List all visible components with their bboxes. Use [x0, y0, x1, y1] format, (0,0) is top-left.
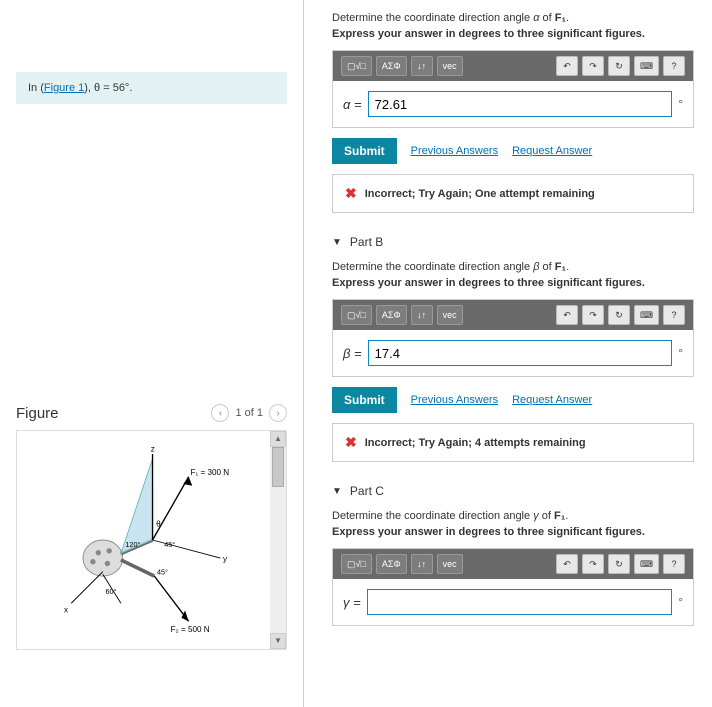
part-b-toolbar: ▢√□ ΑΣΦ ↓↑ vec ↶ ↷ ↻ ⌨ ? [333, 300, 693, 330]
page-text: 1 of 1 [235, 407, 263, 419]
part-a-instruction: Express your answer in degrees to three … [332, 28, 694, 40]
next-figure-button[interactable]: › [269, 404, 287, 422]
incorrect-icon: ✖ [345, 434, 357, 451]
part-b-request-answer-link[interactable]: Request Answer [512, 394, 592, 406]
reset-button[interactable]: ↻ [608, 554, 630, 574]
scroll-up-button[interactable]: ▲ [270, 431, 286, 447]
right-panel: Determine the coordinate direction angle… [304, 0, 712, 707]
scroll-track[interactable] [270, 447, 286, 633]
part-c-question: Determine the coordinate direction angle… [332, 510, 694, 522]
reset-button[interactable]: ↻ [608, 56, 630, 76]
info-box: In (Figure 1), θ = 56°. [16, 72, 287, 104]
part-a-label: α = [343, 97, 362, 112]
incorrect-icon: ✖ [345, 185, 357, 202]
vector-button[interactable]: vec [437, 554, 463, 574]
part-c-input[interactable] [367, 589, 672, 615]
figure-scrollbar[interactable]: ▲ ▼ [270, 431, 286, 649]
undo-button[interactable]: ↶ [556, 305, 578, 325]
figure-canvas: z y x F₁ = 300 N F₂ = 500 N θ 120° 45° 4… [17, 431, 270, 649]
figure-pager: ‹ 1 of 1 › [211, 404, 287, 422]
keyboard-button[interactable]: ⌨ [634, 305, 659, 325]
part-a-answer-box: ▢√□ ΑΣΦ ↓↑ vec ↶ ↷ ↻ ⌨ ? α = ° [332, 50, 694, 128]
figure-title: Figure [16, 405, 59, 422]
angle-60: 60° [106, 587, 117, 596]
angle-120: 120° [125, 540, 140, 549]
part-a-toolbar: ▢√□ ΑΣΦ ↓↑ vec ↶ ↷ ↻ ⌨ ? [333, 51, 693, 81]
figure-viewport: z y x F₁ = 300 N F₂ = 500 N θ 120° 45° 4… [16, 430, 287, 650]
part-b-input[interactable] [368, 340, 673, 366]
axis-x-label: x [64, 605, 68, 614]
axis-y-label: y [223, 555, 228, 564]
info-suffix: ), θ = 56°. [84, 82, 132, 94]
keyboard-button[interactable]: ⌨ [634, 554, 659, 574]
part-b-unit: ° [678, 346, 683, 360]
template-button[interactable]: ▢√□ [341, 554, 372, 574]
part-b-question: Determine the coordinate direction angle… [332, 261, 694, 273]
vector-button[interactable]: vec [437, 56, 463, 76]
redo-button[interactable]: ↷ [582, 554, 604, 574]
part-b-previous-answers-link[interactable]: Previous Answers [411, 394, 498, 406]
part-c-toolbar: ▢√□ ΑΣΦ ↓↑ vec ↶ ↷ ↻ ⌨ ? [333, 549, 693, 579]
help-button[interactable]: ? [663, 56, 685, 76]
part-b-label: β = [343, 346, 362, 361]
f2-label: F₂ = 500 N [171, 625, 210, 634]
template-button[interactable]: ▢√□ [341, 56, 372, 76]
scroll-down-button[interactable]: ▼ [270, 633, 286, 649]
part-c-label: γ = [343, 595, 361, 610]
part-c-instruction: Express your answer in degrees to three … [332, 526, 694, 538]
axis-z-label: z [151, 444, 155, 453]
angle-45b: 45° [157, 567, 168, 576]
scroll-thumb[interactable] [272, 447, 284, 487]
f1-label: F₁ = 300 N [190, 468, 229, 477]
part-a-submit-button[interactable]: Submit [332, 138, 397, 164]
keyboard-button[interactable]: ⌨ [634, 56, 659, 76]
subscript-button[interactable]: ↓↑ [411, 554, 433, 574]
caret-down-icon: ▼ [332, 486, 342, 497]
part-b-answer-box: ▢√□ ΑΣΦ ↓↑ vec ↶ ↷ ↻ ⌨ ? β = ° [332, 299, 694, 377]
greek-button[interactable]: ΑΣΦ [376, 56, 407, 76]
part-c-answer-box: ▢√□ ΑΣΦ ↓↑ vec ↶ ↷ ↻ ⌨ ? γ = ° [332, 548, 694, 626]
part-b-submit-button[interactable]: Submit [332, 387, 397, 413]
part-a-unit: ° [678, 97, 683, 111]
reset-button[interactable]: ↻ [608, 305, 630, 325]
figure-link[interactable]: Figure 1 [44, 82, 84, 94]
part-a-input[interactable] [368, 91, 673, 117]
prev-figure-button[interactable]: ‹ [211, 404, 229, 422]
part-b-header[interactable]: ▼ Part B [332, 235, 694, 249]
subscript-button[interactable]: ↓↑ [411, 56, 433, 76]
caret-down-icon: ▼ [332, 237, 342, 248]
redo-button[interactable]: ↷ [582, 305, 604, 325]
help-button[interactable]: ? [663, 554, 685, 574]
part-a-question: Determine the coordinate direction angle… [332, 12, 694, 24]
template-button[interactable]: ▢√□ [341, 305, 372, 325]
undo-button[interactable]: ↶ [556, 554, 578, 574]
info-prefix: In ( [28, 82, 44, 94]
part-a-feedback: ✖ Incorrect; Try Again; One attempt rema… [332, 174, 694, 213]
help-button[interactable]: ? [663, 305, 685, 325]
angle-45a: 45° [164, 540, 175, 549]
greek-button[interactable]: ΑΣΦ [376, 554, 407, 574]
theta-label: θ [156, 519, 161, 528]
part-b-instruction: Express your answer in degrees to three … [332, 277, 694, 289]
part-c-unit: ° [678, 595, 683, 609]
part-a-request-answer-link[interactable]: Request Answer [512, 145, 592, 157]
greek-button[interactable]: ΑΣΦ [376, 305, 407, 325]
part-c-header[interactable]: ▼ Part C [332, 484, 694, 498]
part-a-previous-answers-link[interactable]: Previous Answers [411, 145, 498, 157]
redo-button[interactable]: ↷ [582, 56, 604, 76]
subscript-button[interactable]: ↓↑ [411, 305, 433, 325]
left-panel: In (Figure 1), θ = 56°. Figure ‹ 1 of 1 … [0, 0, 304, 707]
undo-button[interactable]: ↶ [556, 56, 578, 76]
part-b-feedback: ✖ Incorrect; Try Again; 4 attempts remai… [332, 423, 694, 462]
vector-button[interactable]: vec [437, 305, 463, 325]
